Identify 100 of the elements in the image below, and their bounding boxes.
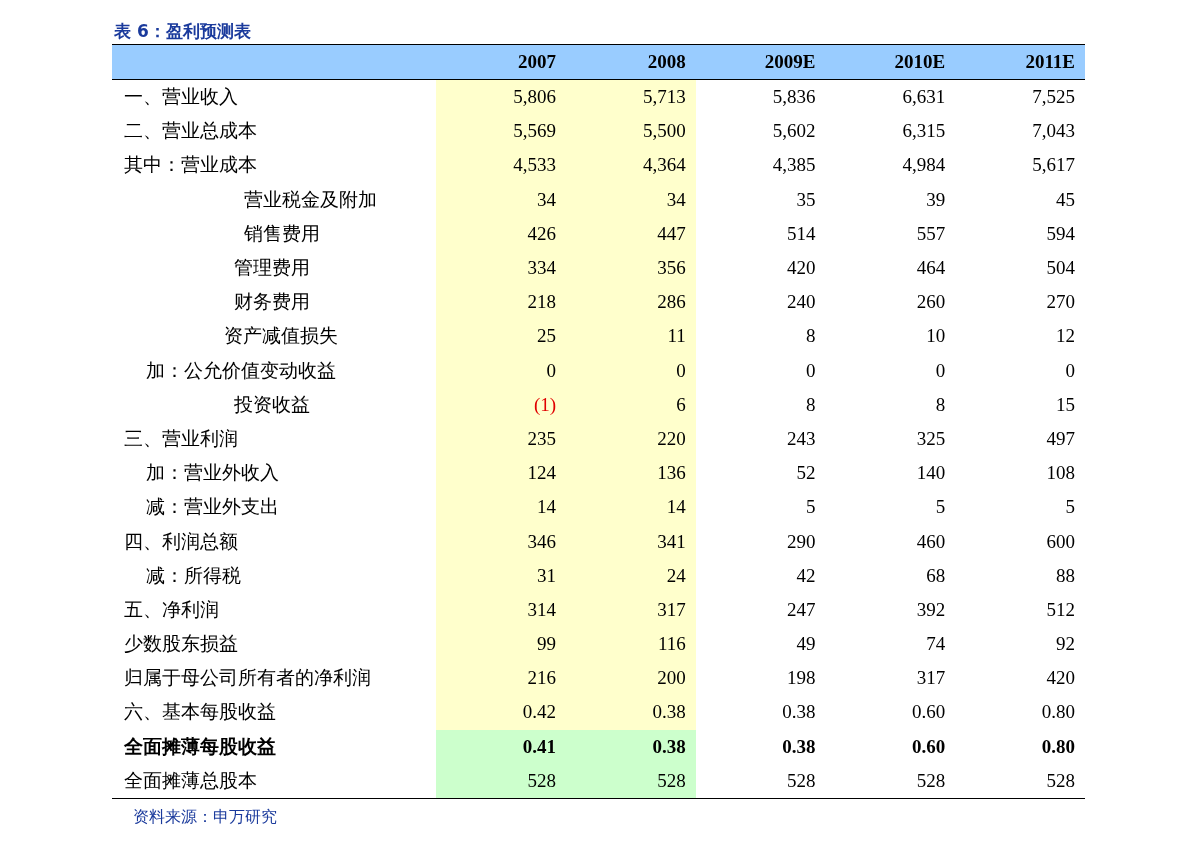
table-cell: 0.38 (695, 695, 826, 730)
table-cell: 314 (436, 592, 567, 627)
table-cell-text: 5 (1064, 495, 1076, 520)
table-cell: 198 (695, 661, 826, 696)
table-cell: 124 (436, 456, 567, 491)
row-label: 营业税金及附加 (243, 187, 377, 212)
table-cell-text: 8 (934, 392, 947, 417)
table-cell-text: 270 (1045, 290, 1076, 315)
table-cell: 11 (566, 319, 696, 354)
row-label: 投资收益 (233, 392, 310, 417)
table-cell-text: 392 (915, 597, 947, 622)
table-cell: 426 (436, 216, 567, 251)
table-cell: 0.38 (566, 729, 696, 764)
table-cell-text: 0.60 (910, 734, 947, 759)
table-cell: 49 (695, 627, 826, 662)
table-cell: 34 (436, 182, 567, 217)
table-cell-text: 0 (934, 358, 947, 383)
table-cell-text: 260 (915, 290, 947, 315)
table-cell: 0 (436, 353, 567, 388)
row-label: 其中：营业成本 (123, 153, 257, 178)
table-cell: 4,385 (695, 148, 826, 183)
row-label: 三、营业利润 (123, 426, 238, 451)
table-cell-text: 325 (915, 426, 947, 451)
row-label: 四、利润总额 (123, 529, 238, 554)
table-cell: 334 (436, 250, 567, 286)
table-cell: 14 (566, 490, 696, 525)
table-cell-text: 12 (1055, 324, 1076, 349)
row-label: 资产减值损失 (223, 324, 338, 349)
table-cell: 528 (566, 763, 696, 799)
table-cell: 200 (566, 661, 696, 696)
table-cell-text: 600 (1045, 529, 1076, 554)
table-cell: 247 (695, 592, 826, 627)
table-cell: 5 (695, 490, 826, 525)
column-header: 2009E (695, 44, 826, 80)
table-cell: 290 (695, 524, 826, 559)
row-label: 六、基本每股收益 (123, 700, 276, 725)
table-cell: 25 (436, 319, 567, 354)
table-cell-text: 39 (925, 187, 947, 212)
table-cell: 42 (695, 558, 826, 593)
table-cell-text: 88 (1055, 563, 1076, 588)
table-cell: 447 (566, 216, 696, 251)
table-cell-text: 557 (915, 221, 947, 246)
table-cell: 4,364 (566, 148, 696, 183)
table-cell-text: 0.80 (1040, 734, 1076, 759)
table-cell-text: 0.60 (910, 700, 947, 725)
table-cell: 528 (436, 763, 567, 799)
table-cell-text: 140 (915, 461, 947, 486)
column-header: 2008 (566, 44, 696, 80)
table-cell: (1) (436, 387, 567, 422)
table-cell-text: 512 (1045, 597, 1076, 622)
row-label: 加：公允价值变动收益 (145, 358, 336, 383)
table-cell-text: 464 (915, 256, 947, 281)
table-cell: 52 (695, 456, 826, 491)
table-cell: 528 (825, 763, 956, 799)
table-cell: 5,569 (436, 114, 567, 149)
column-header: 2010E (825, 44, 956, 80)
table-cell: 0 (566, 353, 696, 388)
row-label: 全面摊薄每股收益 (123, 734, 276, 759)
table-cell-text: 497 (1045, 426, 1076, 451)
table-cell: 0.41 (436, 729, 567, 764)
table-cell: 286 (566, 285, 696, 320)
table-cell: 341 (566, 524, 696, 559)
table-cell: 528 (955, 763, 1085, 799)
table-cell-text: 74 (925, 632, 947, 657)
column-header: 2011E (955, 44, 1085, 80)
row-label: 减：所得税 (145, 563, 241, 588)
column-header: 2007 (436, 44, 567, 80)
row-label: 五、净利润 (123, 597, 219, 622)
table-cell-text: 4,984 (901, 153, 947, 178)
table-cell: 218 (436, 285, 567, 320)
table-cell: 4,533 (436, 148, 567, 183)
table-title: 表 6：盈利预测表 (113, 20, 252, 43)
table-cell-text: 594 (1045, 221, 1076, 246)
table-cell: 0.38 (695, 729, 826, 764)
table-cell: 0.42 (436, 695, 567, 730)
table-cell-text: 92 (1055, 632, 1076, 657)
table-cell: 8 (695, 319, 826, 354)
table-cell-text: 460 (915, 529, 947, 554)
row-label: 财务费用 (233, 290, 310, 315)
table-cell: 99 (436, 627, 567, 662)
table-cell: 6 (566, 387, 696, 422)
row-label: 加：营业外收入 (145, 461, 279, 486)
table-cell: 7,525 (955, 79, 1085, 115)
table-cell: 5,806 (436, 79, 567, 115)
table-cell: 243 (695, 421, 826, 457)
table-cell-text: 317 (915, 666, 947, 691)
table-cell-text: 5,617 (1031, 153, 1076, 178)
table-cell: 514 (695, 216, 826, 251)
table-cell-text: 0 (1064, 358, 1076, 383)
table-cell: 240 (695, 285, 826, 320)
table-cell: 136 (566, 456, 696, 491)
row-label: 少数股东损益 (123, 632, 238, 657)
table-cell-text: 68 (925, 563, 947, 588)
table-cell: 235 (436, 421, 567, 457)
table-cell: 420 (695, 250, 826, 286)
table-cell: 6,631 (825, 79, 956, 115)
table-cell: 216 (436, 661, 567, 696)
table-cell-text: 10 (925, 324, 947, 349)
table-cell: 35 (695, 182, 826, 217)
table-cell: 5,836 (695, 79, 826, 115)
